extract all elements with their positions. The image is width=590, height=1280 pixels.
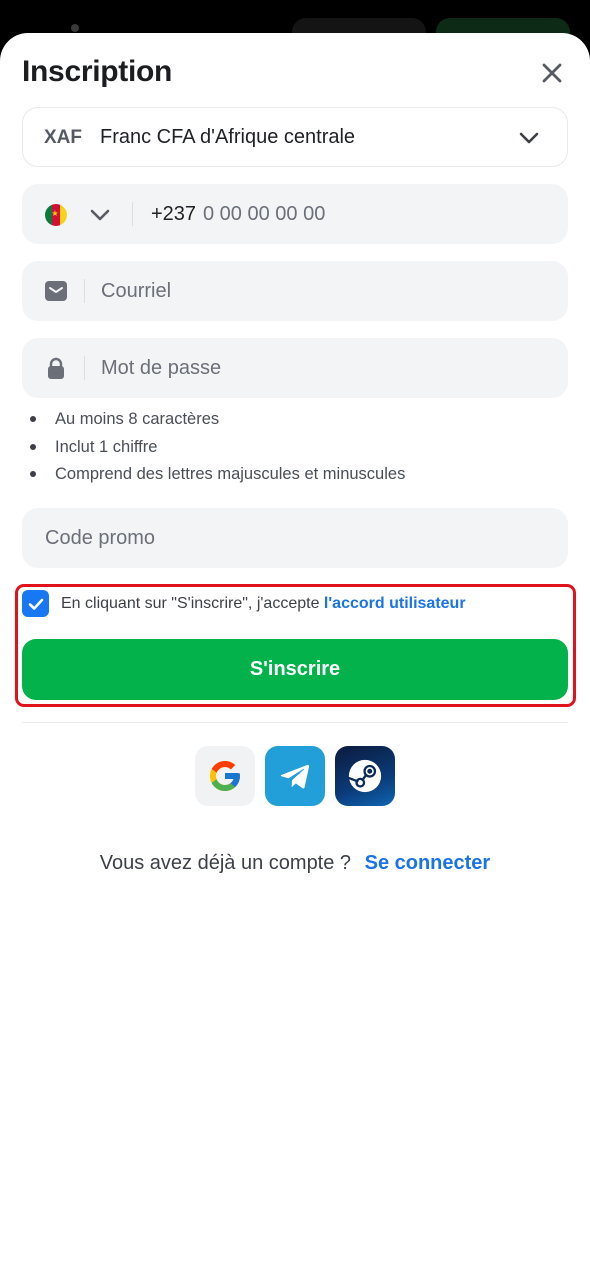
- login-prompt-text: Vous avez déjà un compte ?: [99, 852, 352, 874]
- password-input[interactable]: Mot de passe: [101, 357, 221, 380]
- password-rule: Au moins 8 caractères: [30, 409, 405, 437]
- currency-name: Franc CFA d'Afrique centrale: [100, 126, 356, 148]
- cameroon-flag-icon[interactable]: [45, 204, 67, 226]
- user-agreement-link[interactable]: l'accord utilisateur: [324, 595, 466, 612]
- steam-icon: [348, 759, 382, 793]
- telegram-login-button[interactable]: [265, 746, 325, 806]
- close-button[interactable]: [536, 57, 568, 89]
- divider: [132, 202, 133, 226]
- close-icon: [542, 63, 562, 83]
- password-rule: Comprend des lettres majuscules et minus…: [30, 464, 405, 492]
- promo-code-field[interactable]: Code promo: [22, 508, 568, 568]
- login-link[interactable]: Se connecter: [365, 852, 491, 874]
- promo-code-input[interactable]: Code promo: [45, 527, 155, 550]
- checkmark-icon: [28, 598, 43, 610]
- background-dot: [71, 24, 79, 32]
- password-field[interactable]: Mot de passe: [22, 338, 568, 398]
- steam-login-button[interactable]: [335, 746, 395, 806]
- email-field[interactable]: Courriel: [22, 261, 568, 321]
- google-login-button[interactable]: [195, 746, 255, 806]
- telegram-icon: [280, 764, 310, 789]
- divider: [84, 279, 85, 303]
- password-rule: Inclut 1 chiffre: [30, 437, 405, 465]
- email-input[interactable]: Courriel: [101, 280, 171, 303]
- google-icon: [210, 761, 240, 791]
- phone-field[interactable]: +237 0 00 00 00 00: [22, 184, 568, 244]
- currency-select[interactable]: XAF Franc CFA d'Afrique centrale: [22, 107, 568, 167]
- divider: [22, 722, 568, 723]
- password-rules: Au moins 8 caractères Inclut 1 chiffre C…: [30, 409, 405, 492]
- currency-code: XAF: [44, 127, 82, 148]
- login-prompt: Vous avez déjà un compte ? Se connecter: [0, 852, 590, 875]
- agreement-checkbox[interactable]: [22, 590, 49, 617]
- divider: [84, 356, 85, 380]
- agreement-label: En cliquant sur "S'inscrire", j'accepte: [61, 595, 320, 612]
- agreement-text: En cliquant sur "S'inscrire", j'accepte …: [61, 595, 466, 613]
- chevron-down-icon[interactable]: [88, 203, 112, 227]
- lock-icon: [48, 357, 64, 379]
- phone-prefix: +237: [151, 203, 197, 225]
- chevron-down-icon: [519, 132, 539, 144]
- signup-button[interactable]: S'inscrire: [22, 639, 568, 700]
- phone-input[interactable]: 0 00 00 00 00: [203, 203, 325, 226]
- page-title: Inscription: [22, 55, 173, 88]
- mail-icon: [45, 281, 67, 301]
- registration-sheet: Inscription XAF Franc CFA d'Afrique cent…: [0, 33, 590, 1280]
